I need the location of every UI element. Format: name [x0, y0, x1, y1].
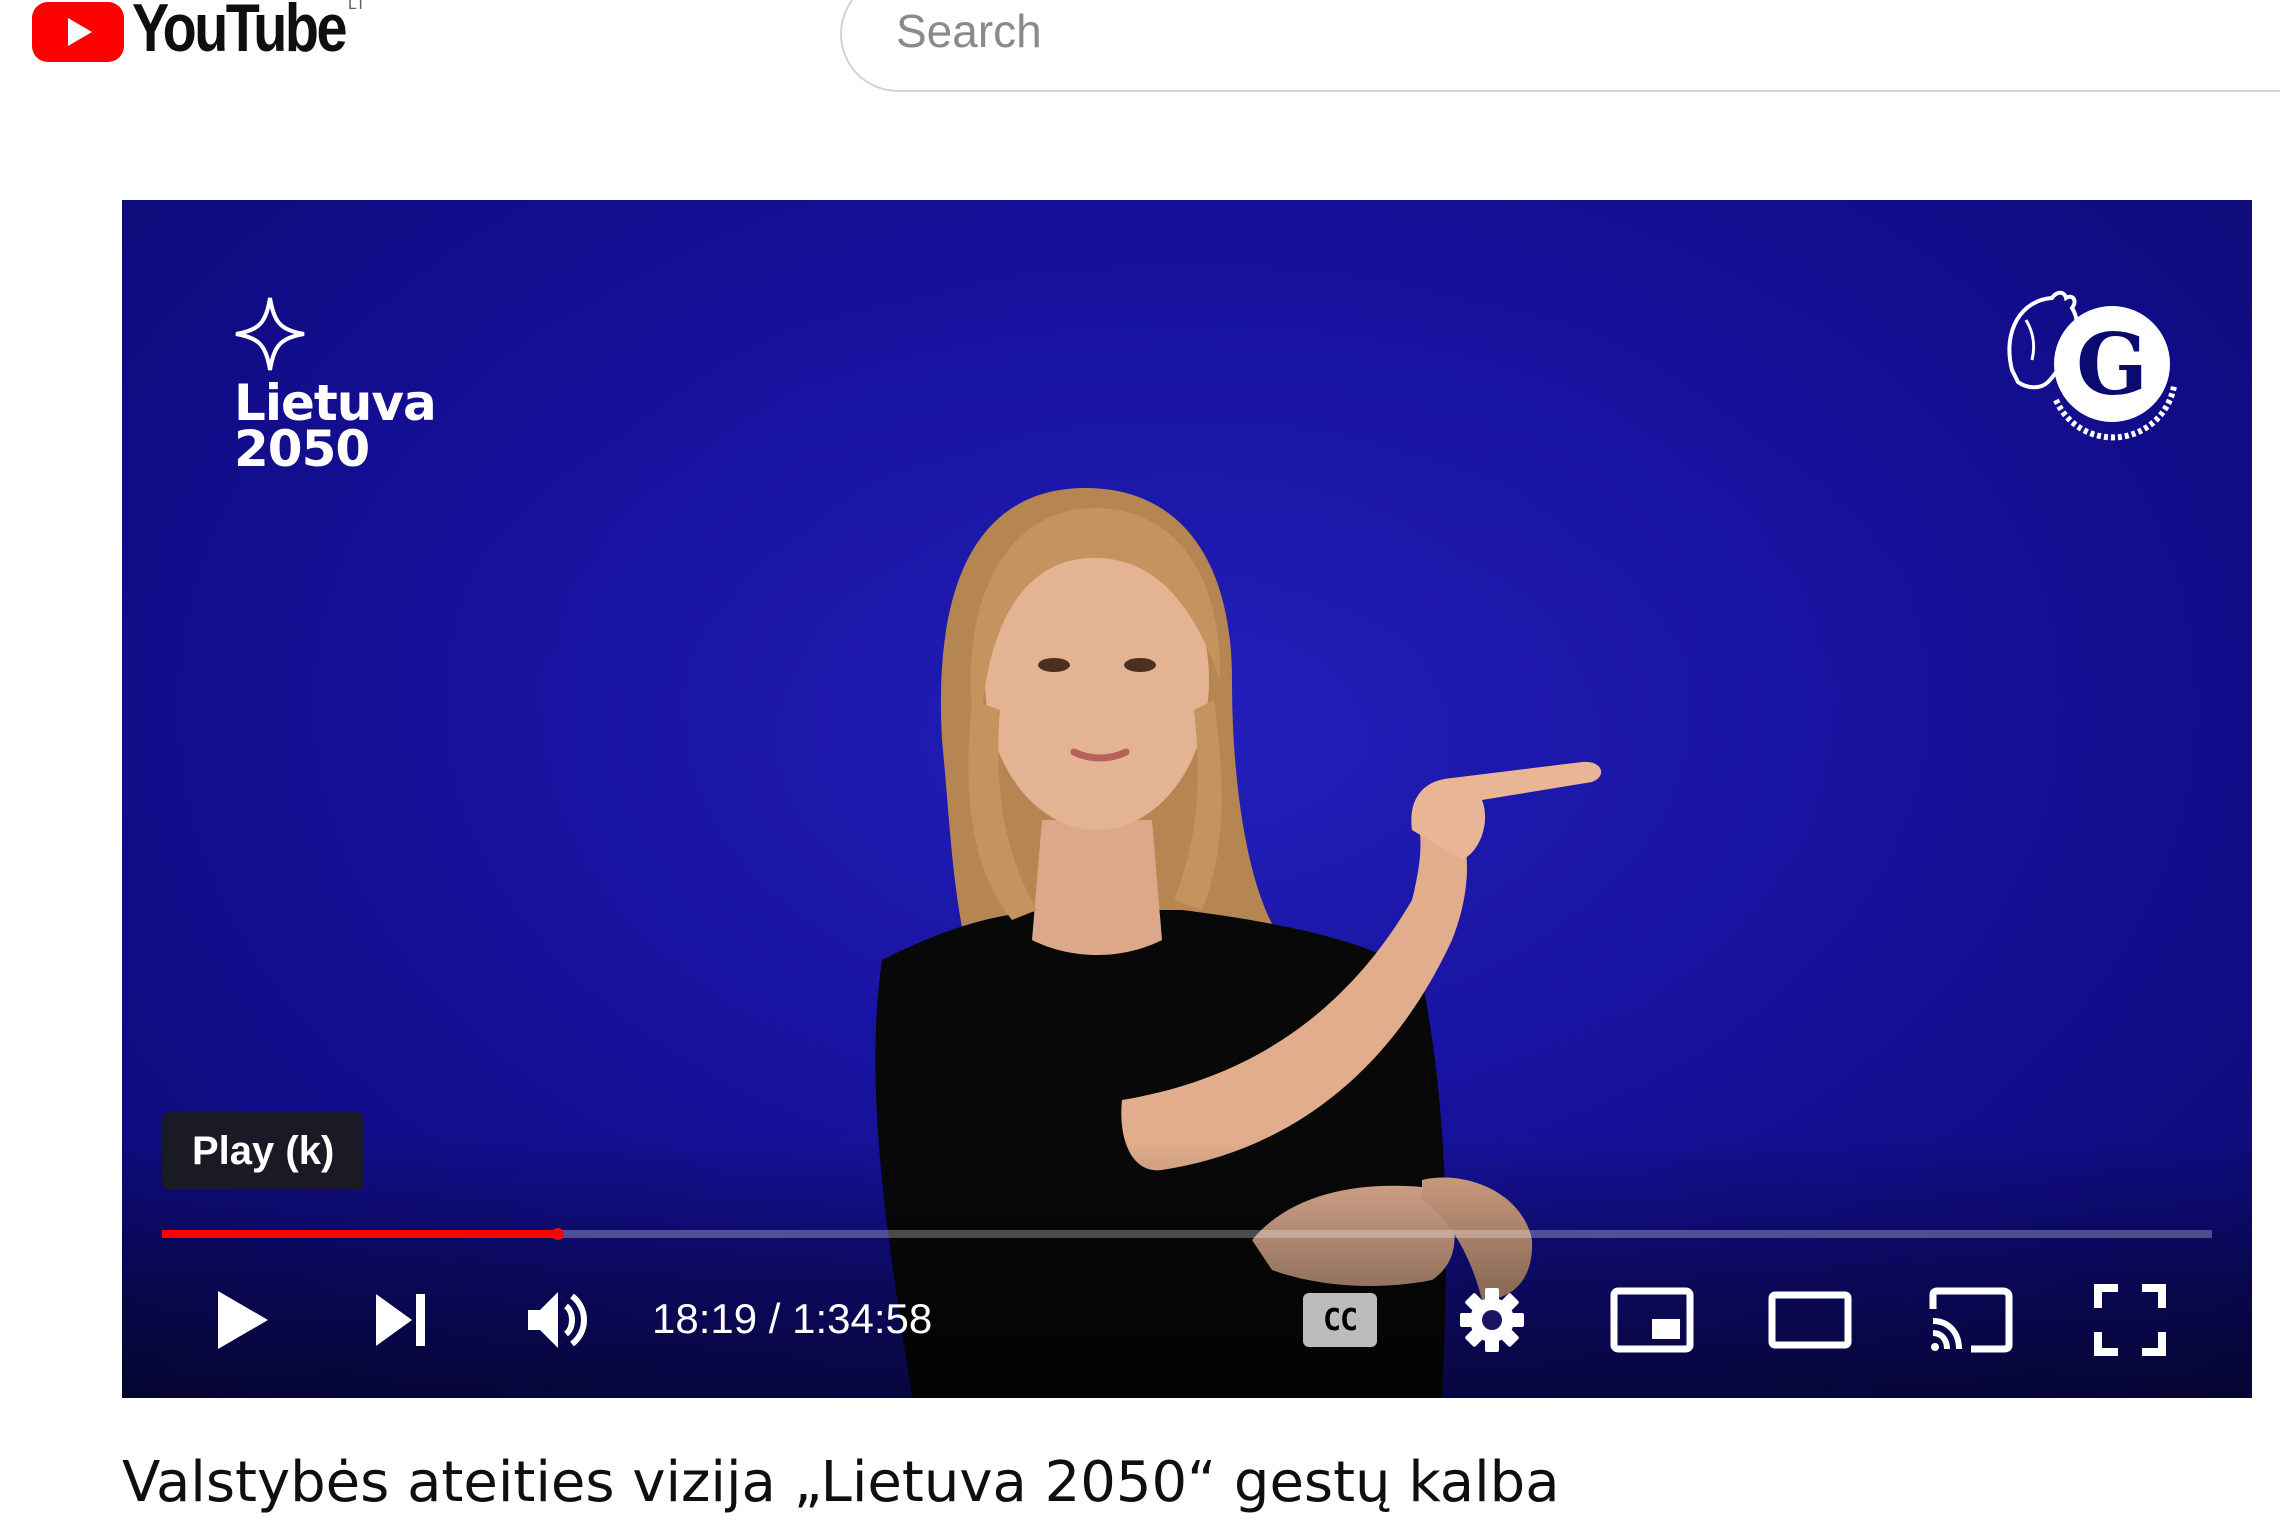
- association-seal-logo: G: [2007, 290, 2177, 441]
- progress-bar[interactable]: [162, 1228, 2212, 1240]
- play-tooltip: Play (k): [162, 1112, 365, 1190]
- four-point-star-icon: [235, 297, 305, 371]
- duration: 1:34:58: [792, 1295, 933, 1342]
- subtitles-button[interactable]: CC: [1290, 1275, 1390, 1365]
- progress-played: [162, 1230, 558, 1238]
- theater-mode-button[interactable]: [1760, 1275, 1860, 1365]
- lietuva-2050-brand: Lietuva 2050: [234, 378, 437, 478]
- next-button[interactable]: [352, 1275, 452, 1365]
- search-input[interactable]: [894, 0, 2198, 62]
- youtube-logo[interactable]: YouTube: [30, 0, 392, 66]
- gear-icon: [1460, 1288, 1524, 1352]
- video-player[interactable]: Lietuva 2050 G Play (k) 18:19 / 1:34:58 …: [122, 200, 2252, 1398]
- time-display: 18:19 / 1:34:58: [652, 1295, 932, 1343]
- settings-button[interactable]: [1442, 1275, 1542, 1365]
- fullscreen-icon: [2094, 1284, 2166, 1356]
- play-button[interactable]: [192, 1275, 292, 1365]
- cast-button[interactable]: [1920, 1275, 2020, 1365]
- miniplayer-button[interactable]: [1602, 1275, 1702, 1365]
- youtube-play-icon: [32, 2, 124, 62]
- skip-next-icon: [376, 1294, 425, 1346]
- search-box[interactable]: [840, 0, 2280, 92]
- video-title: Valstybės ateities vizija „Lietuva 2050“…: [122, 1450, 1560, 1515]
- volume-button[interactable]: [507, 1275, 607, 1365]
- miniplayer-icon: [1610, 1287, 1694, 1353]
- play-icon: [218, 1291, 268, 1349]
- progress-scrubber[interactable]: [551, 1228, 564, 1240]
- country-code: LT: [348, 0, 366, 13]
- fullscreen-button[interactable]: [2080, 1275, 2180, 1365]
- theater-mode-icon: [1768, 1291, 1852, 1349]
- current-time: 18:19: [652, 1295, 758, 1342]
- svg-text:G: G: [2076, 315, 2148, 414]
- volume-icon: [528, 1292, 587, 1348]
- cast-icon: [1929, 1287, 2013, 1353]
- logo-wordmark: YouTube: [132, 0, 347, 66]
- subtitles-icon: CC: [1303, 1293, 1377, 1347]
- brand-line-2: 2050: [234, 420, 370, 478]
- time-separator: /: [757, 1295, 793, 1342]
